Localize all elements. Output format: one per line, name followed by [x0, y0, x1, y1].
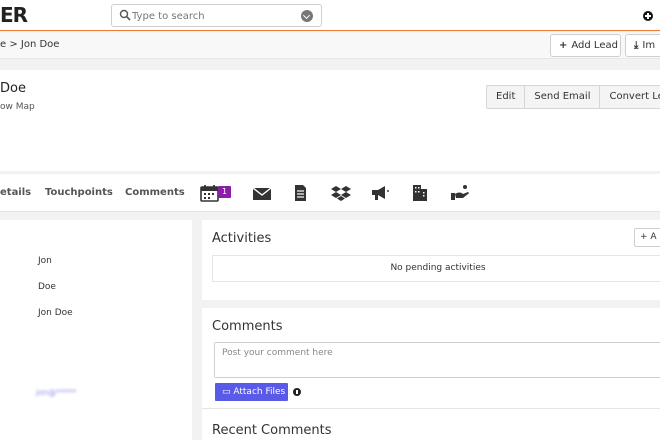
lead-header: Doe ow Map Edit Send Email Convert Lead [0, 70, 660, 171]
add-activity-button[interactable]: + A [634, 228, 660, 247]
tab-details[interactable]: etails [0, 187, 31, 198]
hand-icon[interactable] [450, 183, 470, 203]
search-input[interactable] [132, 8, 292, 24]
last-name-value: Doe [38, 282, 56, 292]
lead-name: Doe [0, 81, 26, 96]
divider [202, 408, 660, 409]
tab-bar: etails Touchpoints Comments [0, 174, 660, 212]
no-activities-message: No pending activities [212, 255, 660, 282]
comment-box [214, 342, 660, 378]
add-lead-label: Add Lead [571, 40, 618, 51]
attach-files-button[interactable]: ▭ Attach Files [215, 383, 288, 401]
building-icon[interactable] [410, 183, 430, 203]
dropbox-icon[interactable] [331, 183, 351, 203]
lead-action-group: Edit Send Email Convert Lead [486, 85, 660, 109]
activities-panel: Activities + A No pending activities [202, 220, 660, 300]
send-email-button[interactable]: Send Email [525, 86, 601, 108]
add-circle-icon[interactable] [643, 11, 653, 21]
first-name-value: Jon [38, 256, 52, 266]
lead-details-panel: Jon Doe Jon Doe jon@***** [0, 220, 192, 440]
recent-comments-title: Recent Comments [212, 423, 332, 438]
download-icon: ⤓ [634, 40, 639, 51]
app-logo[interactable]: ER [0, 3, 28, 27]
tab-touchpoints[interactable]: Touchpoints [45, 187, 113, 198]
full-name-value: Jon Doe [38, 308, 73, 318]
comments-title: Comments [212, 319, 283, 334]
convert-lead-button[interactable]: Convert Lead [600, 86, 660, 108]
search-icon [119, 9, 131, 21]
info-icon[interactable] [293, 388, 301, 396]
add-lead-button[interactable]: + Add Lead [550, 34, 621, 57]
comment-input[interactable] [215, 343, 660, 377]
show-map-link[interactable]: ow Map [0, 102, 35, 112]
email-value-blurred[interactable]: jon@***** [36, 388, 76, 397]
calendar-count-badge: 1 [218, 186, 231, 198]
document-icon[interactable] [290, 183, 310, 203]
chevron-down-icon[interactable] [301, 10, 313, 22]
top-bar: ER [0, 0, 660, 31]
search-bar[interactable] [111, 4, 322, 27]
plus-icon: + [640, 232, 651, 242]
megaphone-icon[interactable] [370, 183, 390, 203]
add-activity-label: A [650, 232, 657, 242]
comments-panel: Comments ▭ Attach Files Recent Comments [202, 308, 660, 440]
activities-title: Activities [212, 231, 272, 246]
envelope-icon[interactable] [252, 183, 272, 203]
laptop-icon: ▭ [222, 387, 234, 397]
breadcrumb: e > Jon Doe [0, 39, 60, 50]
plus-icon: + [559, 40, 568, 51]
tab-comments[interactable]: Comments [125, 187, 185, 198]
import-label: Im [642, 40, 656, 51]
edit-button[interactable]: Edit [487, 86, 526, 108]
calendar-icon[interactable] [200, 183, 220, 203]
attach-files-label: Attach Files [233, 387, 286, 397]
import-button[interactable]: ⤓ Im [625, 34, 660, 57]
